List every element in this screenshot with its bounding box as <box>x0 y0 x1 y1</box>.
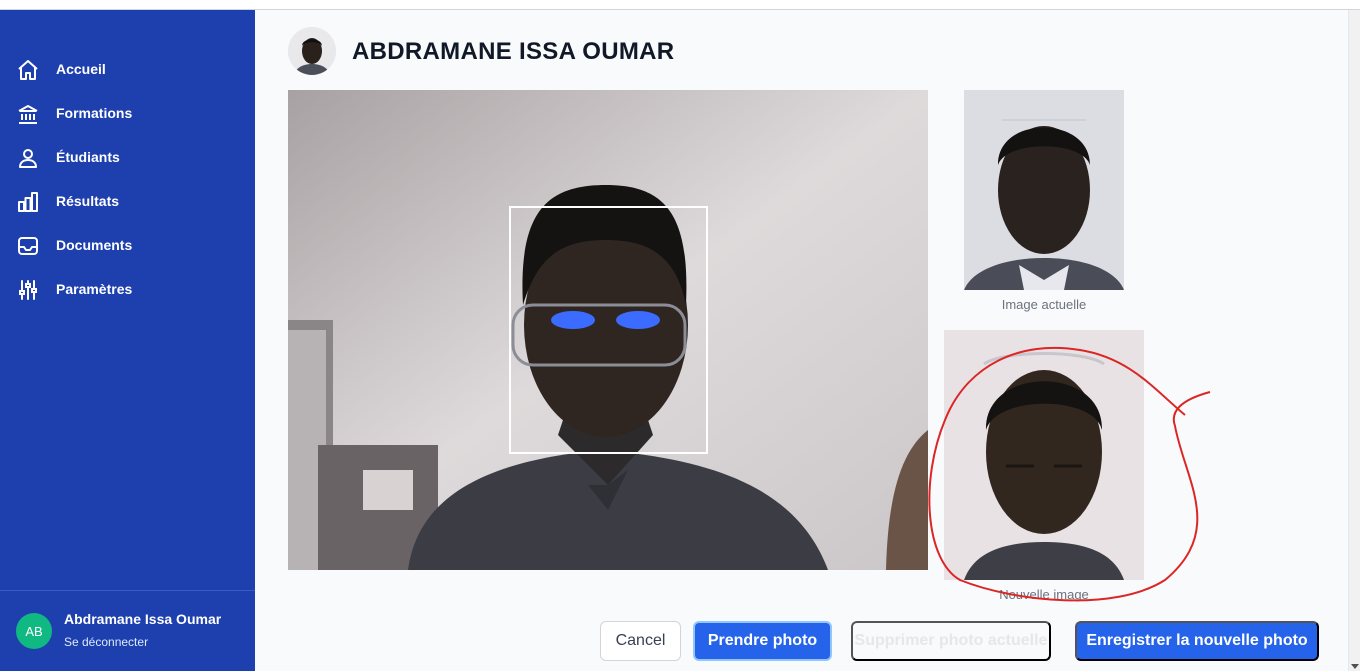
user-name: Abdramane Issa Oumar <box>64 611 222 627</box>
sidebar-item-label: Accueil <box>56 61 106 77</box>
main-content: ABDRAMANE ISSA OUMAR Image actuelle Nouv… <box>255 10 1348 671</box>
new-image <box>944 330 1144 580</box>
avatar: AB <box>16 613 52 649</box>
sidebar-item-parametres[interactable]: Paramètres <box>0 270 255 310</box>
save-new-photo-button[interactable]: Enregistrer la nouvelle photo <box>1075 621 1319 661</box>
home-icon <box>18 60 38 80</box>
inbox-icon <box>18 237 38 255</box>
browser-top-edge <box>0 0 1360 10</box>
current-image <box>964 90 1124 290</box>
sidebar-item-resultats[interactable]: Résultats <box>0 182 255 222</box>
building-icon <box>18 105 38 124</box>
student-avatar <box>288 27 336 75</box>
scroll-down-arrow-icon[interactable] <box>1351 664 1359 669</box>
delete-current-photo-button[interactable]: Supprimer photo actuelle <box>851 621 1051 661</box>
sidebar-item-etudiants[interactable]: Étudiants <box>0 138 255 178</box>
sidebar-user-panel: AB Abdramane Issa Oumar Se déconnecter <box>0 590 255 671</box>
sidebar-item-formations[interactable]: Formations <box>0 94 255 134</box>
sidebar-item-accueil[interactable]: Accueil <box>0 50 255 90</box>
sidebar-item-label: Étudiants <box>56 149 120 165</box>
student-photo-image <box>288 27 336 75</box>
user-icon <box>19 149 37 168</box>
cancel-button[interactable]: Cancel <box>600 621 681 661</box>
sidebar-item-label: Résultats <box>56 193 120 209</box>
take-photo-button[interactable]: Prendre photo <box>693 621 832 661</box>
current-photo-image <box>964 90 1124 290</box>
page-title: ABDRAMANE ISSA OUMAR <box>352 38 675 65</box>
new-photo-image <box>944 330 1144 580</box>
sidebar-item-documents[interactable]: Documents <box>0 226 255 266</box>
sliders-icon <box>19 280 37 300</box>
current-image-caption: Image actuelle <box>1001 297 1087 312</box>
sidebar-item-label: Formations <box>56 105 133 121</box>
sidebar: Accueil Formations Étudiants Résultats D… <box>0 10 255 671</box>
webcam-feed <box>288 90 928 570</box>
bar-chart-icon <box>18 192 38 212</box>
new-image-caption: Nouvelle image <box>999 587 1089 602</box>
sidebar-item-label: Paramètres <box>56 281 133 297</box>
logout-link[interactable]: Se déconnecter <box>64 635 148 649</box>
vertical-scrollbar[interactable] <box>1348 10 1360 671</box>
face-detection-box <box>509 206 708 454</box>
sidebar-item-label: Documents <box>56 237 133 253</box>
